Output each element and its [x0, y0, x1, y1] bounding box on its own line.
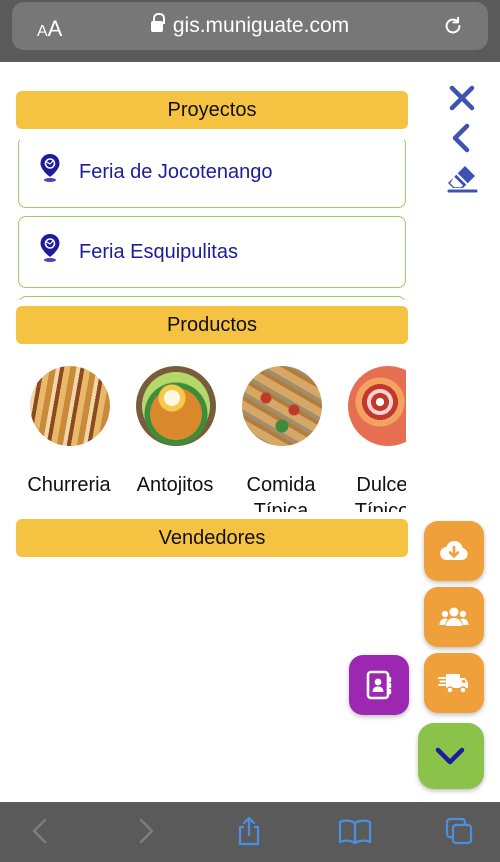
contacts-button[interactable]: [349, 655, 409, 715]
share-icon[interactable]: [234, 816, 264, 846]
contacts-icon: [366, 670, 392, 700]
project-name: Feria Esquipulitas: [79, 241, 238, 263]
product-image-comida-tipica: [242, 366, 322, 446]
url-text: gis.muniguate.com: [172, 14, 350, 37]
download-button[interactable]: [424, 521, 484, 581]
products-carousel[interactable]: Churreria Antojitos Comida Típica Dulces…: [16, 360, 406, 512]
section-header-vendedores[interactable]: Vendedores: [16, 519, 408, 557]
section-header-productos[interactable]: Productos: [16, 306, 408, 344]
project-name: Feria de Jocotenango: [79, 161, 273, 183]
address-bar[interactable]: AA gis.muniguate.com: [12, 2, 488, 50]
product-item[interactable]: Dulces Típicos: [334, 360, 406, 512]
back-icon[interactable]: [26, 816, 56, 846]
product-item[interactable]: Comida Típica: [228, 360, 334, 512]
forward-icon[interactable]: [130, 816, 160, 846]
product-image-churreria: [30, 366, 110, 446]
section-header-proyectos[interactable]: Proyectos: [16, 91, 408, 129]
reload-icon[interactable]: [442, 15, 464, 37]
product-label: Dulces Típicos: [354, 474, 406, 512]
product-label: Comida Típica: [246, 474, 316, 512]
project-item[interactable]: Feria Esquipulitas: [18, 216, 406, 288]
users-button[interactable]: [424, 587, 484, 647]
lock-icon: [150, 13, 165, 33]
truck-icon: [438, 674, 468, 694]
product-item[interactable]: Churreria: [16, 360, 122, 512]
bookmarks-icon[interactable]: [338, 816, 372, 846]
product-label: Churreria: [27, 474, 111, 496]
eraser-icon[interactable]: [446, 162, 478, 194]
product-image-dulces-tipicos: [348, 366, 406, 446]
tabs-icon[interactable]: [444, 816, 474, 846]
project-list[interactable]: Feria de Jocotenango Feria Esquipulitas: [18, 140, 406, 300]
chevron-down-icon: [435, 747, 465, 765]
cloud-download-icon: [440, 541, 468, 561]
close-icon[interactable]: [446, 82, 478, 114]
collapse-menu-button[interactable]: [418, 723, 484, 789]
browser-bottom-bar: [0, 802, 500, 862]
url-display[interactable]: gis.muniguate.com: [12, 13, 488, 38]
map-pin-icon: [40, 154, 60, 182]
map-pin-icon: [40, 234, 60, 262]
users-icon: [439, 607, 469, 626]
product-image-antojitos: [136, 366, 216, 446]
back-chevron-icon[interactable]: [446, 122, 478, 154]
browser-top-bar: AA gis.muniguate.com: [0, 0, 500, 62]
product-item[interactable]: Antojitos: [122, 360, 228, 512]
project-item[interactable]: [18, 296, 406, 300]
product-label: Antojitos: [136, 474, 214, 496]
project-item[interactable]: Feria de Jocotenango: [18, 140, 406, 208]
delivery-button[interactable]: [424, 653, 484, 713]
